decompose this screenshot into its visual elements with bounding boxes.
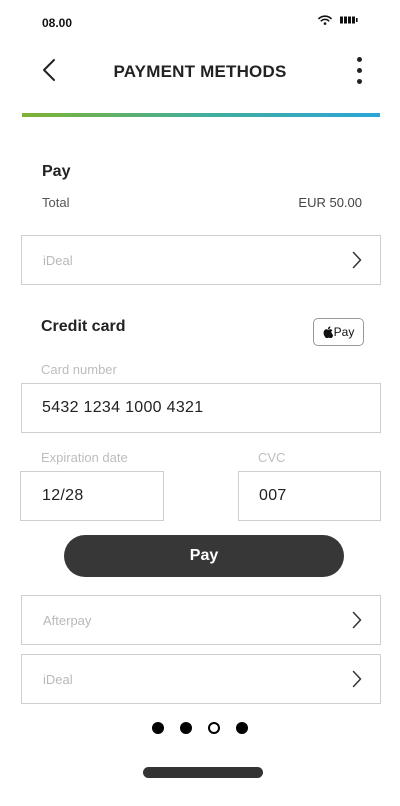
card-number-input[interactable] xyxy=(42,399,360,417)
chevron-right-icon xyxy=(352,611,362,629)
expiration-date-input[interactable] xyxy=(42,487,142,505)
expiration-date-label: Expiration date xyxy=(41,450,128,465)
battery-icon xyxy=(340,16,358,24)
home-indicator[interactable] xyxy=(143,767,263,778)
page-indicator xyxy=(0,722,400,734)
page-dot[interactable] xyxy=(152,722,164,734)
expiration-date-field[interactable] xyxy=(20,471,164,521)
cvc-label: CVC xyxy=(258,450,286,465)
page-dot[interactable] xyxy=(236,722,248,734)
payment-method-label: iDeal xyxy=(43,252,73,268)
page-title: PAYMENT METHODS xyxy=(113,62,287,81)
total-label: Total xyxy=(42,195,70,210)
status-icons xyxy=(318,15,358,25)
cvc-field[interactable] xyxy=(238,471,381,521)
chevron-right-icon xyxy=(352,251,362,269)
payment-method-ideal[interactable]: iDeal xyxy=(21,235,381,285)
payment-method-afterpay[interactable]: Afterpay xyxy=(21,595,381,645)
page-dot-active[interactable] xyxy=(208,722,220,734)
pay-heading: Pay xyxy=(42,163,71,180)
page-dot[interactable] xyxy=(180,722,192,734)
apple-logo-icon xyxy=(323,326,333,338)
more-menu-button[interactable] xyxy=(350,52,368,88)
accent-bar xyxy=(22,113,380,117)
more-vertical-icon xyxy=(356,56,362,62)
payment-method-label: Afterpay xyxy=(43,612,92,628)
credit-card-heading: Credit card xyxy=(41,318,126,335)
pay-button[interactable]: Pay xyxy=(64,535,344,577)
wifi-icon xyxy=(318,15,332,25)
apple-pay-button[interactable]: Pay xyxy=(313,318,364,346)
payment-method-ideal[interactable]: iDeal xyxy=(21,654,381,704)
card-number-field[interactable] xyxy=(21,383,381,433)
status-time: 08.00 xyxy=(42,16,73,30)
chevron-right-icon xyxy=(352,670,362,688)
payment-method-label: iDeal xyxy=(43,671,73,687)
card-number-label: Card number xyxy=(41,362,117,377)
apple-pay-label: Pay xyxy=(333,325,355,339)
total-amount: EUR 50.00 xyxy=(298,195,362,210)
cvc-input[interactable] xyxy=(259,487,360,505)
